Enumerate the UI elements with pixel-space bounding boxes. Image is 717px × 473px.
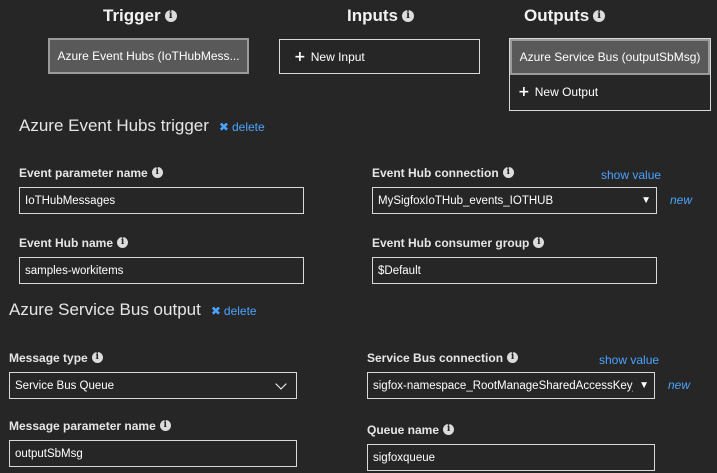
input-value: IoTHubMessages bbox=[25, 194, 116, 207]
chevron-down-icon bbox=[275, 377, 287, 390]
new-input-button[interactable]: + New Input bbox=[279, 39, 480, 74]
message-type-select[interactable]: Service Bus Queue bbox=[9, 372, 297, 399]
input-value: $Default bbox=[378, 264, 421, 277]
consumer-group-input[interactable]: $Default bbox=[372, 257, 657, 284]
trigger-binding-button[interactable]: Azure Event Hubs (IoTHubMess... bbox=[48, 38, 249, 74]
label-text: Event Hub name bbox=[19, 236, 114, 250]
new-input-label: New Input bbox=[310, 49, 365, 64]
info-icon[interactable]: i bbox=[593, 9, 606, 22]
info-icon[interactable]: i bbox=[507, 352, 519, 364]
label-text: Message parameter name bbox=[9, 419, 156, 433]
info-icon[interactable]: i bbox=[443, 424, 455, 436]
event-parameter-name-label: Event parameter name i bbox=[19, 166, 163, 180]
delete-label: delete bbox=[223, 304, 257, 318]
select-value: MySigfoxIoTHub_events_IOTHUB bbox=[378, 194, 554, 207]
delete-icon: ✖ bbox=[218, 120, 229, 134]
queue-name-input[interactable]: sigfoxqueue bbox=[367, 444, 655, 471]
info-icon[interactable]: i bbox=[164, 9, 177, 22]
new-output-label: New Output bbox=[534, 85, 599, 99]
output-binding-button[interactable]: Azure Service Bus (outputSbMsg) bbox=[510, 39, 710, 75]
label-text: Queue name bbox=[367, 423, 440, 437]
event-hub-name-label: Event Hub name i bbox=[19, 236, 129, 250]
input-value: sigfoxqueue bbox=[373, 451, 436, 464]
info-icon[interactable]: i bbox=[117, 237, 129, 249]
trigger-section-header: Azure Event Hubs trigger ✖ delete bbox=[19, 116, 265, 136]
info-icon[interactable]: i bbox=[159, 420, 171, 432]
trigger-header-label: Trigger bbox=[103, 6, 161, 25]
label-text: Event Hub consumer group bbox=[372, 236, 530, 250]
message-parameter-name-label: Message parameter name i bbox=[9, 419, 171, 433]
label-text: Event Hub connection bbox=[372, 166, 499, 180]
info-icon[interactable]: i bbox=[91, 352, 103, 364]
section-title: Azure Service Bus output bbox=[9, 300, 201, 319]
section-title: Azure Event Hubs trigger bbox=[19, 116, 209, 135]
service-bus-connection-label: Service Bus connection i bbox=[367, 351, 519, 365]
output-binding-label: Azure Service Bus (outputSbMsg) bbox=[519, 50, 701, 64]
input-value: samples-workitems bbox=[25, 264, 124, 277]
dropdown-icon: ▼ bbox=[641, 195, 651, 206]
info-icon[interactable]: i bbox=[151, 167, 163, 179]
delete-label: delete bbox=[231, 120, 265, 134]
new-connection-link[interactable]: new bbox=[670, 193, 692, 207]
output-section-header: Azure Service Bus output ✖ delete bbox=[9, 300, 257, 320]
consumer-group-label: Event Hub consumer group i bbox=[372, 236, 545, 250]
label-text: Service Bus connection bbox=[367, 351, 504, 365]
label-text: Event parameter name bbox=[19, 166, 148, 180]
info-icon[interactable]: i bbox=[402, 9, 414, 22]
plus-icon: + bbox=[294, 48, 306, 65]
event-hub-connection-select[interactable]: MySigfoxIoTHub_events_IOTHUB ▼ bbox=[372, 187, 657, 214]
message-parameter-name-input[interactable]: outputSbMsg bbox=[9, 440, 297, 467]
delete-output-link[interactable]: ✖ delete bbox=[211, 304, 257, 318]
input-value: outputSbMsg bbox=[15, 447, 83, 460]
select-value: Service Bus Queue bbox=[15, 379, 115, 392]
dropdown-icon: ▼ bbox=[639, 380, 649, 391]
delete-icon: ✖ bbox=[210, 304, 221, 318]
show-value-link[interactable]: show value bbox=[599, 353, 659, 367]
event-hub-name-input[interactable]: samples-workitems bbox=[19, 257, 304, 284]
message-type-label: Message type i bbox=[9, 351, 103, 365]
plus-icon: + bbox=[518, 84, 530, 100]
event-parameter-name-input[interactable]: IoTHubMessages bbox=[19, 187, 304, 214]
inputs-header-label: Inputs bbox=[347, 6, 398, 25]
event-hub-connection-label: Event Hub connection i bbox=[372, 166, 514, 180]
new-connection-link[interactable]: new bbox=[668, 378, 690, 392]
service-bus-connection-select[interactable]: sigfox-namespace_RootManageSharedAccessK… bbox=[367, 372, 655, 399]
trigger-binding-label: Azure Event Hubs (IoTHubMess... bbox=[57, 49, 240, 63]
outputs-header-label: Outputs bbox=[524, 6, 590, 25]
new-output-button[interactable]: + New Output bbox=[512, 75, 708, 109]
label-text: Message type bbox=[9, 351, 88, 365]
show-value-link[interactable]: show value bbox=[601, 168, 661, 182]
info-icon[interactable]: i bbox=[502, 167, 514, 179]
outputs-column-header: Outputs i bbox=[524, 6, 606, 26]
trigger-column-header: Trigger i bbox=[103, 6, 177, 26]
inputs-column-header: Inputs i bbox=[347, 6, 414, 26]
delete-trigger-link[interactable]: ✖ delete bbox=[219, 120, 265, 134]
info-icon[interactable]: i bbox=[533, 237, 545, 249]
select-value: sigfox-namespace_RootManageSharedAccessK… bbox=[373, 379, 634, 392]
queue-name-label: Queue name i bbox=[367, 423, 455, 437]
